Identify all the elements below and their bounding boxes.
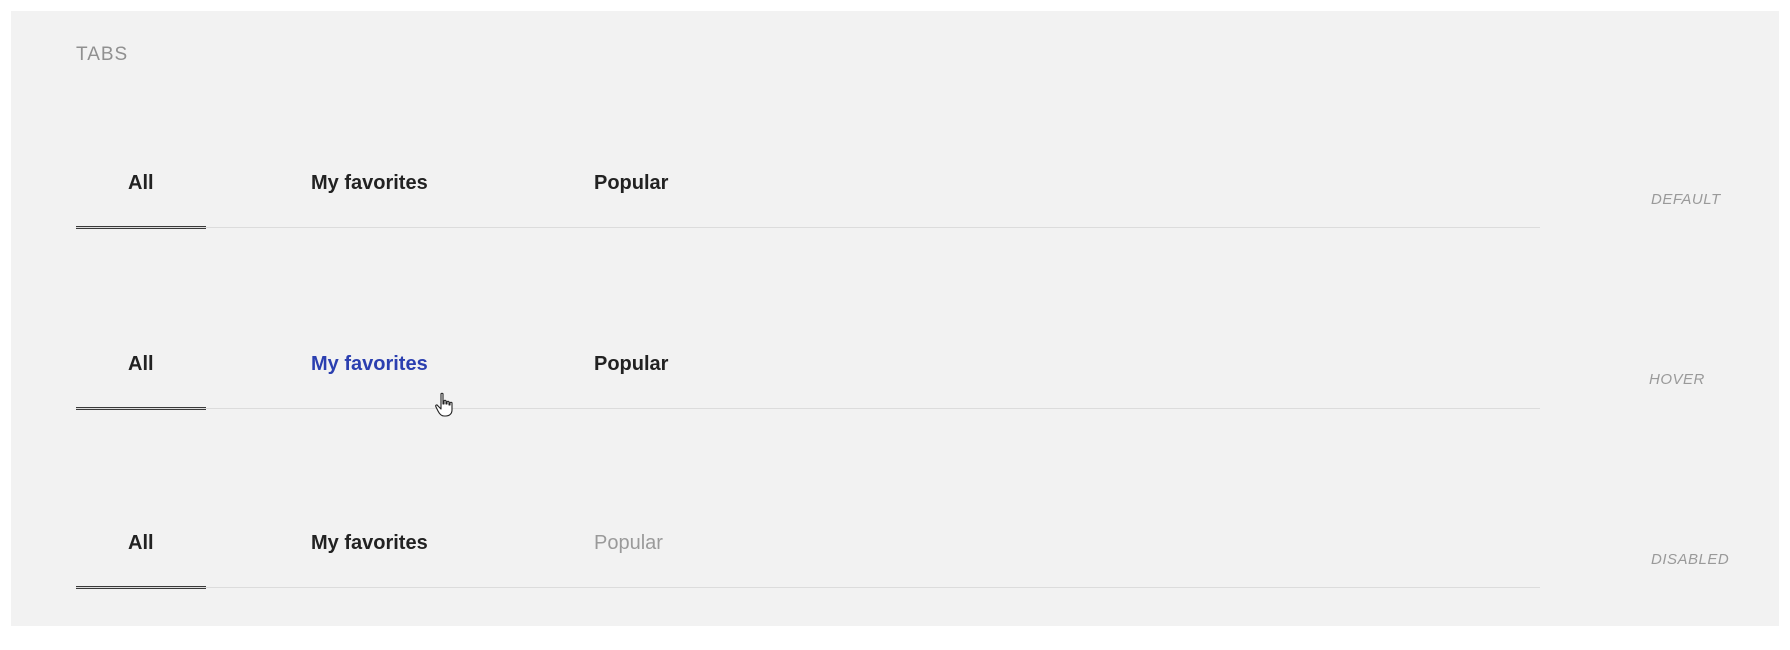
tab-label: Popular bbox=[594, 353, 669, 375]
tab-all[interactable]: All bbox=[76, 138, 206, 229]
section-title: TABS bbox=[76, 44, 129, 65]
tab-label: My favorites bbox=[311, 172, 428, 194]
tab-all[interactable]: All bbox=[76, 319, 206, 410]
tab-row-divider bbox=[76, 408, 1540, 409]
tab-my-favorites[interactable]: My favorites bbox=[311, 138, 451, 228]
tab-popular[interactable]: Popular bbox=[594, 319, 694, 409]
tab-label: All bbox=[128, 172, 154, 194]
tab-all[interactable]: All bbox=[76, 498, 206, 589]
tab-row-divider bbox=[76, 227, 1540, 228]
tab-label: All bbox=[128, 532, 154, 554]
tab-popular-disabled: Popular bbox=[594, 498, 694, 588]
tab-popular[interactable]: Popular bbox=[594, 138, 694, 228]
tab-label: Popular bbox=[594, 532, 663, 554]
tab-row-disabled: All My favorites Popular bbox=[76, 498, 1540, 589]
tab-row-hover: All My favorites Popular bbox=[76, 319, 1540, 410]
tab-row-default: All My favorites Popular bbox=[76, 138, 1540, 229]
tab-row-divider bbox=[76, 587, 1540, 588]
state-label-hover: HOVER bbox=[1649, 371, 1705, 388]
tab-my-favorites[interactable]: My favorites bbox=[311, 498, 451, 588]
state-label-default: DEFAULT bbox=[1651, 191, 1721, 208]
state-label-disabled: DISABLED bbox=[1651, 551, 1730, 568]
tab-my-favorites[interactable]: My favorites bbox=[311, 319, 451, 409]
hand-pointer-icon bbox=[435, 392, 453, 417]
tabs-showcase-panel: TABS All My favorites Popular DEFAULT Al… bbox=[11, 11, 1779, 626]
tab-label: All bbox=[128, 353, 154, 375]
tab-label: Popular bbox=[594, 172, 669, 194]
tab-label: My favorites bbox=[311, 353, 428, 375]
tab-label: My favorites bbox=[311, 532, 428, 554]
